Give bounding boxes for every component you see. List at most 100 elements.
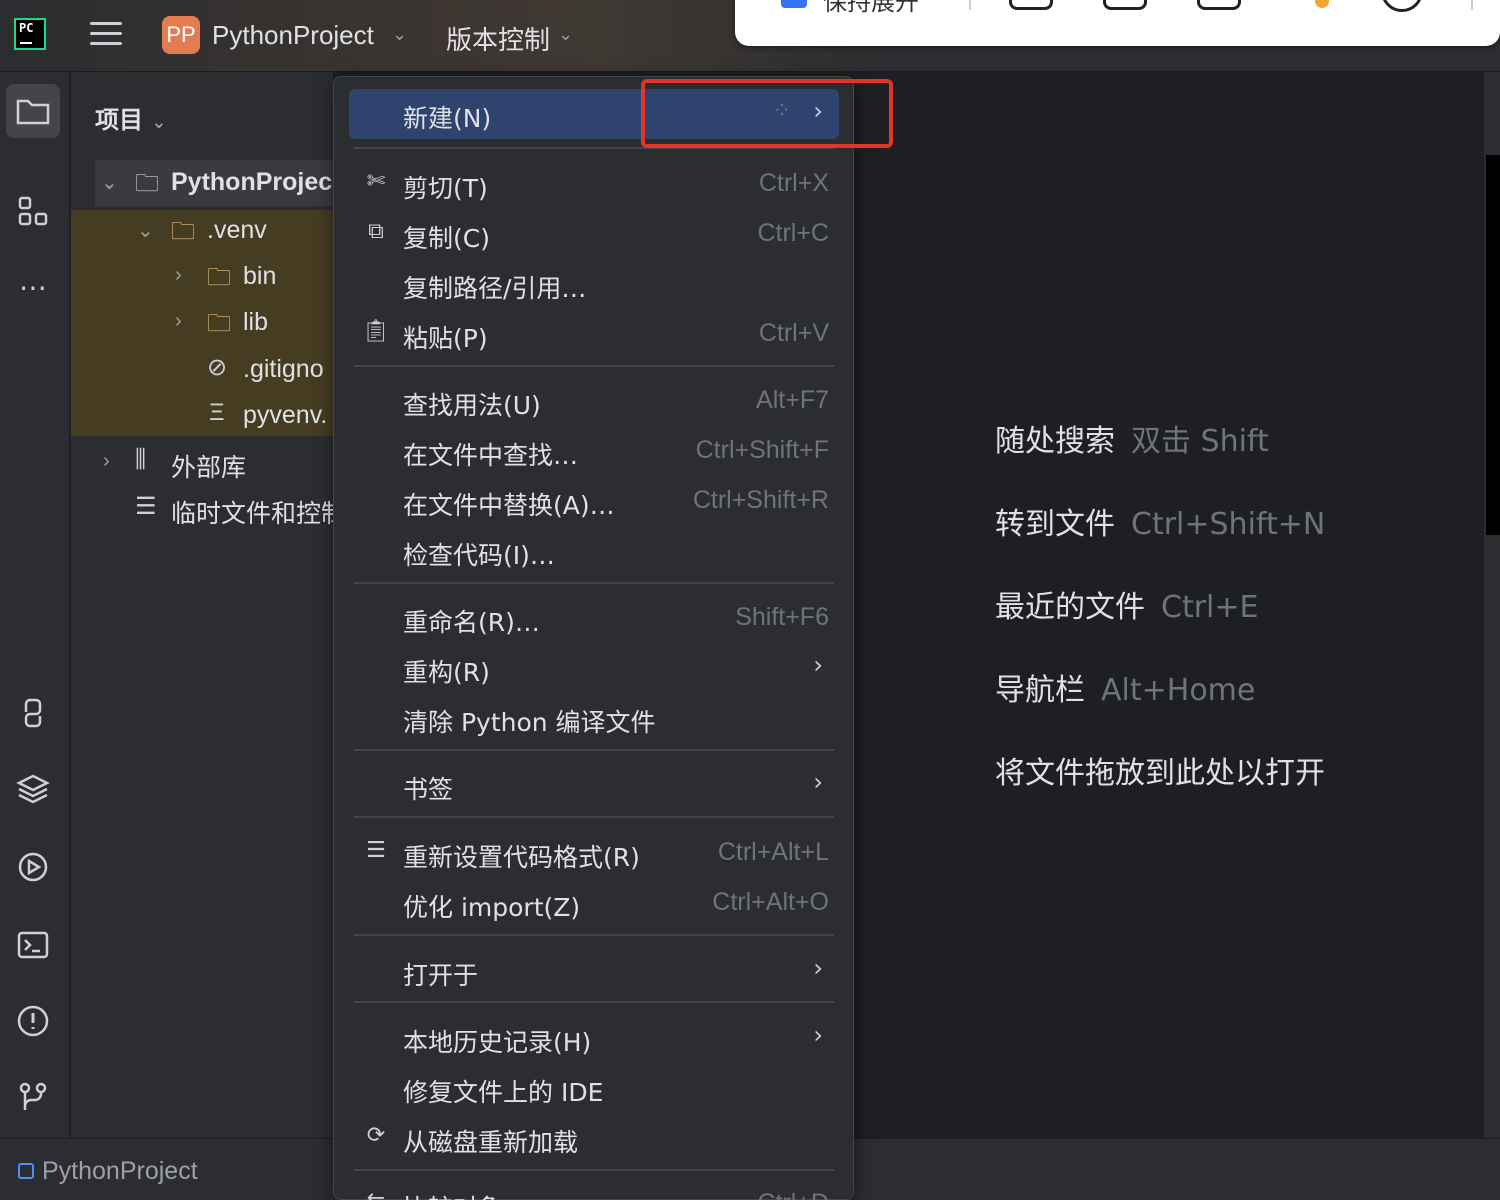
tree-item-external-libraries[interactable]: › ⫼ 外部库 bbox=[71, 442, 333, 488]
monitor-icon[interactable] bbox=[1197, 0, 1241, 10]
keep-expanded-checkbox[interactable] bbox=[781, 0, 807, 8]
services-icon[interactable] bbox=[6, 840, 60, 894]
menu-item-copy-path[interactable]: 复制路径/引用… bbox=[349, 259, 839, 309]
menu-item-label: 剪切(T) bbox=[403, 174, 488, 203]
python-console-icon[interactable] bbox=[6, 686, 60, 740]
menu-separator bbox=[354, 1169, 834, 1171]
tree-item-label: bin bbox=[243, 262, 277, 290]
chevron-right-icon[interactable]: › bbox=[175, 264, 182, 287]
chevron-down-icon[interactable]: ⌄ bbox=[558, 24, 573, 45]
reformat-icon: ☰ bbox=[366, 838, 386, 863]
hint-recent-files: 最近的文件 Ctrl+E bbox=[995, 590, 1259, 625]
menu-item-label: 打开于 bbox=[403, 961, 479, 990]
menu-item-label: 重构(R) bbox=[403, 658, 490, 687]
problems-icon[interactable] bbox=[6, 994, 60, 1048]
menu-item-shortcut: Ctrl+Shift+R bbox=[692, 486, 829, 514]
folder-icon: 🗀 bbox=[207, 310, 231, 337]
menu-item-cut[interactable]: ✄ 剪切(T) Ctrl+X bbox=[349, 159, 839, 209]
menu-separator bbox=[354, 582, 834, 584]
folder-icon: 🗀 bbox=[135, 170, 159, 197]
menu-separator bbox=[354, 365, 834, 367]
menu-item-label: 粘贴(P) bbox=[403, 324, 488, 353]
context-menu: 新建(N) ⁘ › ✄ 剪切(T) Ctrl+X ⧉ 复制(C) Ctrl+C … bbox=[333, 76, 854, 1200]
main-menu-icon[interactable] bbox=[90, 22, 122, 48]
config-file-icon: Ξ bbox=[209, 399, 225, 426]
menu-separator bbox=[354, 816, 834, 818]
project-switcher[interactable]: PythonProject bbox=[212, 20, 374, 51]
menu-item-compare-with[interactable]: ⇆ 比较对象 Ctrl+D bbox=[349, 1179, 839, 1200]
tree-item-scratches[interactable]: ☰ 临时文件和控制 bbox=[71, 488, 333, 534]
menu-item-bookmarks[interactable]: 书签 › bbox=[349, 760, 839, 810]
expand-icon[interactable] bbox=[1103, 0, 1147, 10]
menu-item-label: 重新设置代码格式(R) bbox=[403, 843, 640, 872]
chevron-down-icon[interactable]: ⌄ bbox=[392, 24, 407, 45]
git-branch-icon[interactable] bbox=[6, 1070, 60, 1124]
library-icon: ⫼ bbox=[135, 446, 147, 473]
menu-item-shortcut: Ctrl+C bbox=[757, 219, 829, 247]
reload-icon: ⟳ bbox=[366, 1123, 386, 1148]
right-panel-edge bbox=[1486, 155, 1500, 535]
menu-item-shortcut: Ctrl+V bbox=[758, 319, 829, 347]
project-panel-title[interactable]: 项目 ⌄ bbox=[95, 100, 166, 135]
menu-item-shortcut: Ctrl+X bbox=[758, 169, 829, 197]
tree-item-lib[interactable]: › 🗀 lib bbox=[71, 302, 333, 348]
menu-item-shortcut: Alt+F7 bbox=[756, 386, 829, 414]
tree-item-venv[interactable]: ⌄ 🗀 .venv bbox=[71, 210, 333, 256]
project-badge[interactable]: PP bbox=[162, 16, 200, 54]
menu-item-paste[interactable]: 📋︎ 粘贴(P) Ctrl+V bbox=[349, 309, 839, 359]
chevron-right-icon[interactable]: › bbox=[103, 450, 110, 473]
notification-dot-icon[interactable] bbox=[1315, 0, 1329, 8]
record-icon[interactable] bbox=[1381, 0, 1423, 12]
menu-item-label: 查找用法(U) bbox=[403, 391, 541, 420]
menu-item-repair-ide[interactable]: 修复文件上的 IDE bbox=[349, 1063, 839, 1113]
menu-item-shortcut: Ctrl+Alt+L bbox=[717, 838, 829, 866]
chevron-down-icon[interactable]: ⌄ bbox=[137, 218, 154, 243]
vcs-menu[interactable]: 版本控制 bbox=[446, 20, 550, 57]
menu-item-copy[interactable]: ⧉ 复制(C) Ctrl+C bbox=[349, 209, 839, 259]
menu-item-label: 书签 bbox=[403, 775, 454, 804]
tree-item-label: lib bbox=[243, 308, 269, 336]
menu-item-find-usages[interactable]: 查找用法(U) Alt+F7 bbox=[349, 376, 839, 426]
project-folder-icon[interactable] bbox=[6, 84, 60, 138]
tree-item-bin[interactable]: › 🗀 bin bbox=[71, 256, 333, 302]
hint-drop-files: 将文件拖放到此处以打开 bbox=[995, 756, 1325, 791]
hint-navigation-bar: 导航栏 Alt+Home bbox=[995, 673, 1256, 708]
menu-item-rename[interactable]: 重命名(R)… Shift+F6 bbox=[349, 593, 839, 643]
menu-item-reformat-code[interactable]: ☰ 重新设置代码格式(R) Ctrl+Alt+L bbox=[349, 828, 839, 878]
menu-item-optimize-imports[interactable]: 优化 import(Z) Ctrl+Alt+O bbox=[349, 878, 839, 928]
tree-item-label: .gitigno bbox=[243, 355, 324, 383]
tree-item-label: pyvenv. bbox=[243, 401, 328, 429]
copy-icon: ⧉ bbox=[368, 219, 384, 244]
tree-item-gitignore[interactable]: ⊘ .gitigno bbox=[71, 349, 333, 395]
chevron-right-icon[interactable]: › bbox=[175, 310, 182, 333]
chevron-down-icon[interactable]: ⌄ bbox=[101, 170, 118, 195]
menu-item-label: 新建(N) bbox=[403, 104, 492, 133]
add-window-icon[interactable] bbox=[1009, 0, 1053, 10]
menu-item-open-in[interactable]: 打开于 › bbox=[349, 946, 839, 996]
structure-icon[interactable] bbox=[6, 184, 60, 238]
compare-icon: ⇆ bbox=[361, 1189, 391, 1200]
menu-item-refactor[interactable]: 重构(R) › bbox=[349, 643, 839, 693]
menu-item-clean-python-compiled[interactable]: 清除 Python 编译文件 bbox=[349, 693, 839, 743]
floating-toolbar: 保持展开 bbox=[735, 0, 1500, 46]
chevron-down-icon[interactable]: ⌄ bbox=[151, 112, 166, 133]
menu-item-find-in-files[interactable]: 在文件中查找… Ctrl+Shift+F bbox=[349, 426, 839, 476]
menu-item-inspect-code[interactable]: 检查代码(I)… bbox=[349, 526, 839, 576]
tree-item-label: .venv bbox=[207, 216, 267, 244]
toolbar-divider bbox=[969, 0, 971, 10]
menu-item-local-history[interactable]: 本地历史记录(H) › bbox=[349, 1013, 839, 1063]
menu-item-replace-in-files[interactable]: 在文件中替换(A)… Ctrl+Shift+R bbox=[349, 476, 839, 526]
menu-item-label: 在文件中查找… bbox=[403, 441, 579, 470]
tree-item-pyvenv[interactable]: Ξ pyvenv. bbox=[71, 395, 333, 441]
menu-item-shortcut: Shift+F6 bbox=[735, 603, 829, 631]
terminal-icon[interactable] bbox=[6, 918, 60, 972]
status-project-name[interactable]: PythonProject bbox=[42, 1157, 198, 1186]
python-packages-icon[interactable] bbox=[6, 762, 60, 816]
menu-item-reload-from-disk[interactable]: ⟳ 从磁盘重新加载 bbox=[349, 1113, 839, 1163]
tree-item-root[interactable]: ⌄ 🗀 PythonProjec bbox=[71, 162, 333, 208]
menu-item-label: 本地历史记录(H) bbox=[403, 1028, 592, 1057]
keep-expanded-label: 保持展开 bbox=[823, 0, 919, 16]
more-tools-icon[interactable]: ⋯ bbox=[6, 260, 60, 314]
menu-item-label: 复制(C) bbox=[403, 224, 490, 253]
menu-item-label: 从磁盘重新加载 bbox=[403, 1128, 579, 1157]
